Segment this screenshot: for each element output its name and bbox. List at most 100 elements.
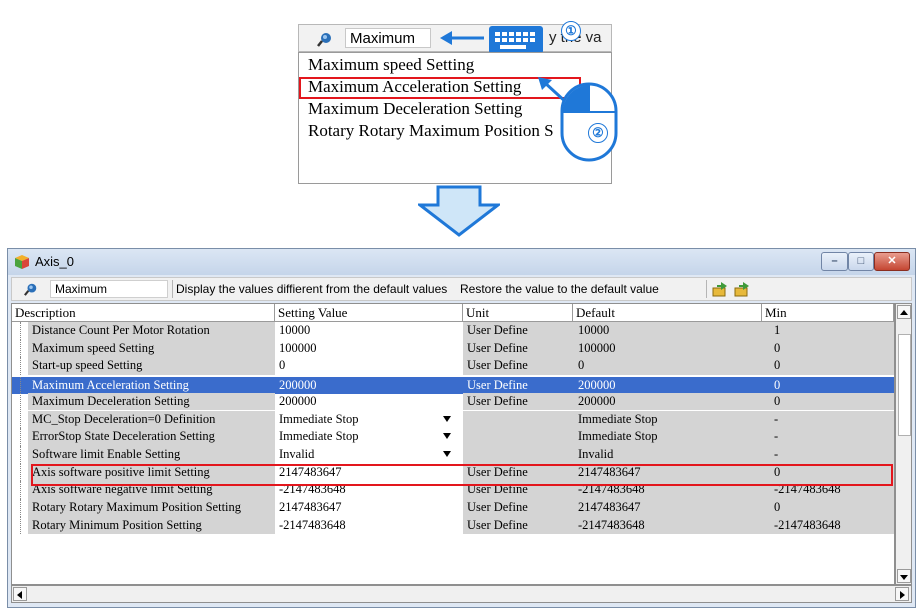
separator	[172, 280, 173, 298]
list-item[interactable]: Maximum Deceleration Setting	[308, 99, 522, 119]
cell-default: -2147483648	[578, 517, 645, 532]
step-2-marker: ②	[588, 123, 608, 143]
cell-description: Rotary Rotary Maximum Position Setting	[32, 500, 242, 514]
cell-min: -	[774, 446, 779, 461]
cell-default: 0	[578, 358, 585, 373]
list-item[interactable]: Maximum speed Setting	[308, 55, 474, 75]
toolbar: Maximum Display the values diffierent fr…	[11, 277, 912, 301]
table-row[interactable]: ErrorStop State Deceleration Setting Imme…	[12, 428, 894, 446]
cell-min: 0	[774, 377, 781, 392]
cell-description: Maximum Deceleration Setting	[32, 393, 190, 408]
table-row[interactable]: MC_Stop Deceleration=0 Definition Immedia…	[12, 410, 894, 429]
cell-default: Immediate Stop	[578, 411, 658, 426]
table-row[interactable]: Maximum Deceleration Setting 200000 User D…	[12, 392, 894, 411]
cell-default: Invalid	[578, 446, 614, 461]
selection-highlight-box	[31, 464, 893, 486]
export-icon[interactable]	[734, 281, 750, 297]
tree-guide-line	[20, 463, 21, 482]
cell-min: 0	[774, 340, 781, 355]
cell-setting-value[interactable]: 2147483647	[279, 500, 342, 515]
arrow-right-icon	[900, 591, 905, 599]
search-icon[interactable]	[317, 31, 333, 47]
axis-settings-window: Axis_0 – □ ✕ Maximum Display the values …	[7, 248, 916, 608]
list-item[interactable]: Rotary Rotary Maximum Position S	[308, 121, 554, 141]
restore-default-button[interactable]: Restore the value to the default value	[460, 282, 659, 296]
table-row[interactable]: Maximum speed Setting 100000 User Define 10…	[12, 339, 894, 358]
column-header-setting-value[interactable]: Setting Value	[275, 304, 463, 322]
cell-min: 0	[774, 358, 781, 373]
table-header: Description Setting Value Unit Default M…	[12, 304, 894, 322]
cell-setting-value[interactable]: 10000	[279, 323, 310, 338]
column-header-description[interactable]: Description	[12, 304, 275, 322]
tree-guide-line	[20, 392, 21, 411]
column-header-default[interactable]: Default	[573, 304, 762, 322]
table-row[interactable]: Rotary Minimum Position Setting -21474836…	[12, 516, 894, 535]
maximize-button[interactable]: □	[848, 252, 874, 271]
table-row[interactable]: Software limit Enable Setting Invalid Inva…	[12, 445, 894, 464]
cell-min: 0	[774, 393, 781, 408]
separator	[706, 280, 707, 298]
table-row[interactable]: Rotary Rotary Maximum Position Setting 21…	[12, 499, 894, 517]
vertical-scrollbar[interactable]	[895, 303, 912, 585]
dropdown-arrow-icon[interactable]	[443, 450, 451, 457]
tree-guide-line	[20, 410, 21, 429]
title-bar[interactable]: Axis_0 – □ ✕	[8, 249, 915, 275]
cell-default: 200000	[578, 377, 616, 392]
arrow-up-icon	[900, 310, 908, 315]
tree-guide-line	[20, 481, 21, 499]
cell-min: -	[774, 429, 779, 444]
cell-setting-value[interactable]: Invalid	[279, 447, 314, 462]
search-input[interactable]: Maximum	[50, 280, 168, 298]
table-row[interactable]: Distance Count Per Motor Rotation 10000 Us…	[12, 322, 894, 340]
cell-background	[463, 428, 894, 446]
horizontal-scrollbar[interactable]	[11, 585, 912, 603]
cell-description: Distance Count Per Motor Rotation	[32, 323, 210, 337]
step-1-marker: ①	[561, 21, 581, 41]
cell-setting-value[interactable]: -2147483648	[279, 518, 346, 533]
minimize-button[interactable]: –	[821, 252, 848, 271]
cell-default: 2147483647	[578, 500, 641, 514]
cell-setting-value[interactable]: 100000	[279, 341, 317, 356]
cell-unit: User Define	[467, 500, 528, 514]
cell-setting-value[interactable]: 200000	[279, 378, 317, 393]
import-icon[interactable]	[712, 281, 728, 297]
dropdown-arrow-icon[interactable]	[443, 415, 451, 422]
scroll-up-button[interactable]	[897, 305, 911, 319]
cell-setting-value[interactable]: Immediate Stop	[279, 429, 359, 444]
search-input[interactable]: Maximum	[345, 28, 431, 48]
arrow-left-icon	[17, 591, 22, 599]
cell-description: Software limit Enable Setting	[32, 446, 181, 461]
tree-guide-line	[20, 499, 21, 517]
cell-description: Maximum Acceleration Setting	[32, 377, 189, 392]
cell-setting-value[interactable]: 200000	[279, 394, 317, 409]
scroll-left-button[interactable]	[13, 587, 27, 601]
dropdown-arrow-icon[interactable]	[443, 433, 451, 440]
tree-guide-line	[20, 339, 21, 358]
scroll-right-button[interactable]	[895, 587, 909, 601]
cell-min: -	[774, 411, 779, 426]
cell-setting-value[interactable]: 0	[279, 358, 285, 373]
cell-unit: User Define	[467, 517, 528, 532]
table-row[interactable]: Maximum Acceleration Setting 200000 User D…	[12, 376, 894, 395]
cell-description: MC_Stop Deceleration=0 Definition	[32, 411, 216, 426]
cell-description: Rotary Minimum Position Setting	[32, 517, 202, 532]
column-header-min[interactable]: Min	[762, 304, 894, 322]
axis-cube-icon	[15, 255, 29, 269]
arrow-left-icon	[440, 31, 484, 45]
show-diff-button[interactable]: Display the values diffierent from the d…	[176, 282, 447, 296]
search-icon[interactable]	[24, 282, 38, 296]
arrow-down-icon	[900, 575, 908, 580]
table-row[interactable]: Start-up speed Setting 0 User Define 0 0	[12, 357, 894, 376]
tree-guide-line	[20, 376, 21, 395]
column-header-unit[interactable]: Unit	[463, 304, 573, 322]
cell-description: Maximum speed Setting	[32, 340, 155, 355]
cell-unit: User Define	[467, 340, 528, 355]
scroll-down-button[interactable]	[897, 569, 911, 583]
cell-min: -2147483648	[774, 517, 841, 532]
cell-setting-value[interactable]: Immediate Stop	[279, 412, 359, 427]
cell-min: 0	[774, 500, 781, 514]
cell-background	[463, 410, 894, 429]
tree-guide-line	[20, 428, 21, 446]
close-button[interactable]: ✕	[874, 252, 910, 271]
scroll-thumb[interactable]	[898, 334, 911, 436]
